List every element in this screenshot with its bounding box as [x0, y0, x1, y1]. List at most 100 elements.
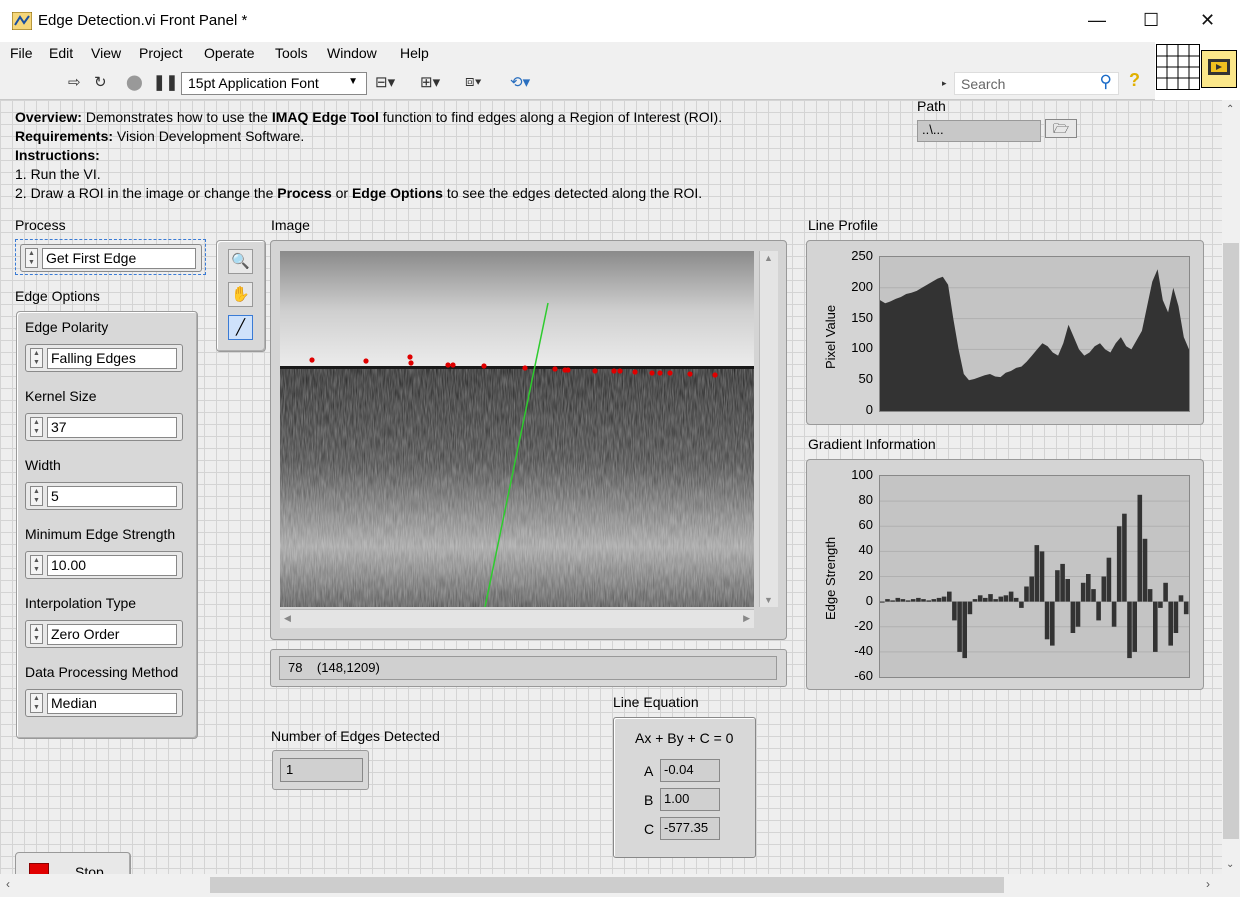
align-objects-icon[interactable]: ⊟▾	[375, 73, 395, 91]
image-canvas[interactable]	[280, 251, 754, 607]
stop-button[interactable]: Stop	[15, 852, 131, 874]
gradient-plot	[879, 475, 1190, 678]
vi-description: Overview: Demonstrates how to use the IM…	[15, 109, 723, 201]
search-expand-icon[interactable]: ▸	[942, 78, 947, 89]
y-tick-label: -20	[854, 617, 873, 633]
edge-marker	[687, 371, 693, 377]
image-status: 78 (148,1209)	[279, 656, 777, 680]
coef-c-label: C	[644, 821, 655, 837]
scroll-right-icon[interactable]: ›	[1206, 877, 1210, 891]
y-tick-label: 0	[865, 592, 873, 608]
gradient-bar	[1111, 601, 1117, 627]
edge-polarity-control[interactable]: ▲ ▼ Falling Edges	[25, 344, 183, 372]
run-arrow-icon[interactable]: ⇨	[68, 73, 81, 91]
edge-marker	[363, 358, 369, 364]
menu-view[interactable]: View	[91, 45, 121, 61]
gradient-bar	[972, 599, 978, 602]
panel-vscroll[interactable]: ⌃ ⌄	[1222, 100, 1240, 874]
distribute-objects-icon[interactable]: ⊞▾	[420, 73, 440, 91]
edge-polarity-label: Edge Polarity	[25, 319, 109, 335]
line-equation-label: Line Equation	[613, 694, 699, 710]
image-display[interactable]: ▲ ▼ ◀ ▶	[270, 240, 787, 640]
gradient-bar	[1127, 601, 1132, 659]
line-equation-formula: Ax + By + C = 0	[635, 730, 734, 746]
image-label: Image	[271, 217, 310, 233]
connector-pane-icon[interactable]	[1156, 44, 1200, 90]
data-processing-method-control[interactable]: ▲ ▼ Median	[25, 689, 183, 717]
gradient-bar	[916, 597, 921, 602]
process-label: Process	[15, 217, 66, 233]
kernel-size-control[interactable]: ▲ ▼ 37	[25, 413, 183, 441]
abort-icon[interactable]: ⬤	[126, 73, 143, 91]
scroll-left-icon[interactable]: ‹	[6, 877, 10, 891]
gradient-bar	[1101, 576, 1107, 602]
pan-tool-icon[interactable]: ✋	[228, 282, 253, 307]
gradient-bar	[1008, 591, 1014, 602]
scroll-down-icon[interactable]: ⌄	[1226, 859, 1234, 870]
gradient-bar	[957, 601, 962, 652]
edge-marker	[611, 368, 617, 374]
menu-operate[interactable]: Operate	[204, 45, 255, 61]
gradient-bar	[1168, 601, 1173, 646]
gradient-bar	[1091, 589, 1096, 602]
image-hscroll[interactable]: ◀ ▶	[280, 609, 754, 628]
image-vscroll[interactable]: ▲ ▼	[759, 251, 778, 607]
menu-tools[interactable]: Tools	[275, 45, 308, 61]
font-selector[interactable]: 15pt Application Font ▼	[181, 72, 367, 95]
y-tick-label: 250	[851, 248, 873, 263]
browse-folder-icon[interactable]: 🗁	[1045, 119, 1077, 138]
line-profile-svg	[880, 269, 1189, 411]
menu-window[interactable]: Window	[327, 45, 377, 61]
profile-area	[880, 269, 1189, 411]
gradient-bar	[952, 601, 957, 621]
data-processing-method-label: Data Processing Method	[25, 664, 179, 680]
panel-hscroll-thumb[interactable]	[210, 877, 1004, 893]
maximize-button[interactable]: ☐	[1143, 10, 1159, 31]
gradient-bar	[880, 601, 885, 603]
gradient-bar	[900, 599, 906, 602]
path-indicator: ..\...	[917, 120, 1041, 142]
labview-icon	[12, 12, 32, 30]
num-edges-indicator: 1	[280, 758, 363, 782]
close-button[interactable]: ✕	[1200, 10, 1215, 31]
search-icon[interactable]: ⚲	[1100, 72, 1112, 92]
context-help-icon[interactable]: ?	[1129, 70, 1140, 91]
interpolation-type-control[interactable]: ▲ ▼ Zero Order	[25, 620, 183, 648]
gradient-bar	[936, 597, 942, 602]
width-control[interactable]: ▲ ▼ 5	[25, 482, 183, 510]
gradient-bar	[1060, 563, 1065, 602]
scroll-up-icon[interactable]: ⌃	[1226, 104, 1234, 115]
reorder-icon[interactable]: ⟲▾	[510, 73, 530, 91]
line-profile-plot	[879, 256, 1190, 412]
gradient-bar	[988, 594, 993, 602]
menu-project[interactable]: Project	[139, 45, 183, 61]
line-equation-cluster: Ax + By + C = 0 A -0.04 B 1.00 C -577.35	[613, 717, 756, 858]
gradient-bar	[921, 599, 926, 602]
min-edge-strength-control[interactable]: ▲ ▼ 10.00	[25, 551, 183, 579]
gradient-bar	[1173, 601, 1179, 633]
panel-hscroll[interactable]: ‹ ›	[0, 874, 1240, 897]
menu-help[interactable]: Help	[400, 45, 429, 61]
gradient-bar	[1158, 601, 1163, 608]
gradient-bar	[947, 591, 952, 602]
vi-icon[interactable]	[1201, 50, 1237, 88]
process-control[interactable]: ▲ ▼ Get First Edge	[20, 244, 202, 272]
gradient-bar	[1142, 538, 1148, 602]
resize-objects-icon[interactable]: ⧈▾	[465, 73, 482, 90]
gradient-label: Gradient Information	[808, 436, 936, 452]
gradient-bar	[1024, 586, 1029, 602]
gradient-bar	[885, 599, 890, 602]
menu-edit[interactable]: Edit	[49, 45, 73, 61]
run-continuously-icon[interactable]: ↻	[94, 73, 107, 91]
line-tool-icon[interactable]: ╱	[228, 315, 253, 340]
search-input[interactable]: Search ⚲	[954, 72, 1119, 95]
panel-vscroll-thumb[interactable]	[1223, 243, 1239, 839]
edge-options-label: Edge Options	[15, 288, 100, 304]
pause-icon[interactable]: ❚❚	[153, 73, 178, 91]
line-profile-ylabel: Pixel Value	[823, 304, 838, 369]
menu-file[interactable]: File	[10, 45, 33, 61]
gradient-bar	[1163, 582, 1168, 602]
minimize-button[interactable]: —	[1088, 10, 1106, 31]
edge-marker	[552, 366, 558, 372]
zoom-tool-icon[interactable]: 🔍	[228, 249, 253, 274]
